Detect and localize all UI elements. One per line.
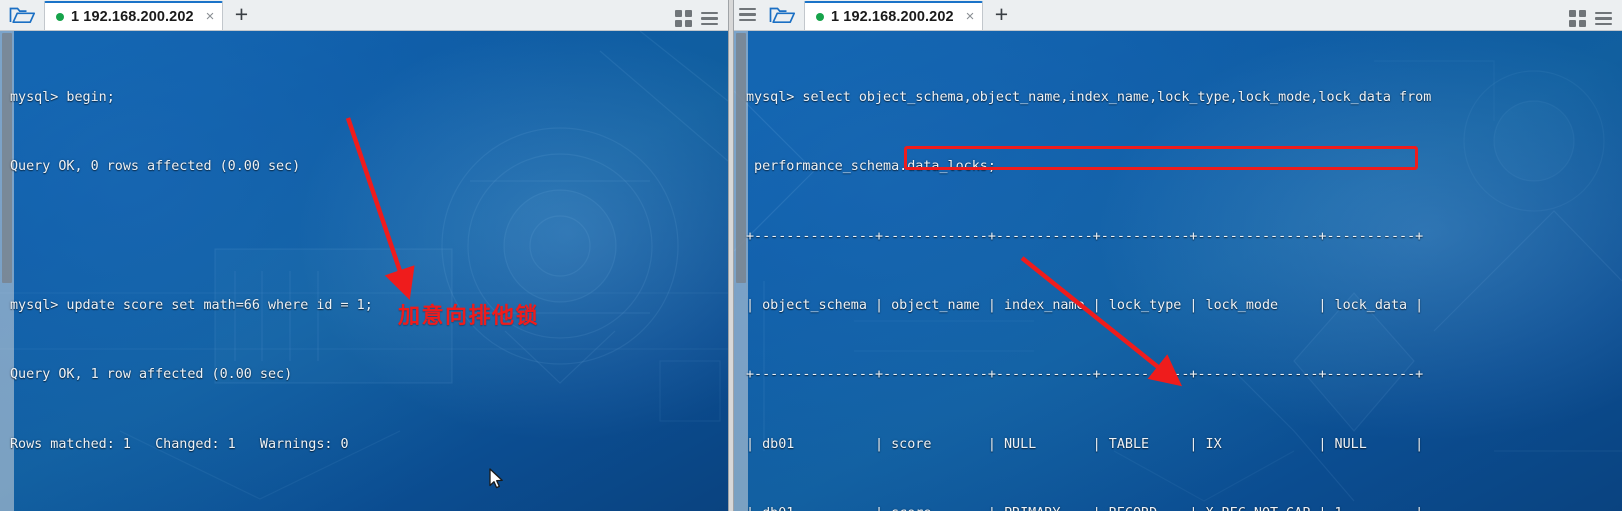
terminal-table-header: | object_schema | object_name | index_na… — [746, 298, 1424, 314]
menu-icon[interactable] — [701, 11, 718, 26]
close-icon[interactable]: × — [966, 9, 975, 24]
tab-192-168-200-202-left[interactable]: 1 192.168.200.202 × — [44, 1, 224, 30]
close-icon[interactable]: × — [206, 9, 215, 24]
terminal-table-row: | db01 | score | NULL | TABLE | IX | NUL… — [746, 436, 1424, 452]
tabbar-spacer — [259, 0, 675, 30]
terminal-body-left[interactable]: mysql> begin; Query OK, 0 rows affected … — [0, 31, 728, 511]
menu-icon[interactable] — [1595, 11, 1612, 26]
mouse-pointer — [489, 468, 505, 496]
terminal-line: mysql> update score set math=66 where id… — [10, 298, 373, 314]
terminal-body-right[interactable]: mysql> select object_schema,object_name,… — [734, 31, 1622, 511]
tabbar-left: 1 192.168.200.202 × + — [0, 0, 728, 31]
tabbar-right: 1 192.168.200.202 × + — [734, 0, 1622, 31]
folder-open-glyph — [9, 5, 35, 25]
folder-open-icon[interactable] — [0, 0, 44, 30]
terminal-window-left: 1 192.168.200.202 × + mysql> begin; Quer… — [0, 0, 728, 511]
terminal-window-right: 1 192.168.200.202 × + mysql> select obje… — [734, 0, 1622, 511]
tab-label: 1 192.168.200.202 — [831, 8, 954, 25]
terminal-line: Rows matched: 1 Changed: 1 Warnings: 0 — [10, 436, 349, 452]
grid-view-icon[interactable] — [1569, 10, 1586, 27]
terminal-output-right: mysql> select object_schema,object_name,… — [734, 31, 1622, 511]
menu-glyph — [738, 7, 756, 22]
terminal-line: mysql> select object_schema,object_name,… — [746, 90, 1432, 106]
terminal-table-row: | db01 | score | PRIMARY | RECORD | X,RE… — [746, 502, 1622, 511]
tab-192-168-200-202-right[interactable]: 1 192.168.200.202 × — [804, 1, 984, 30]
tabbar-tools-right — [1569, 10, 1622, 30]
tabbar-spacer — [1019, 0, 1569, 30]
tabbar-tools-left — [675, 10, 728, 30]
terminal-output-left: mysql> begin; Query OK, 0 rows affected … — [0, 31, 728, 511]
new-tab-button[interactable]: + — [983, 0, 1019, 30]
tab-status-dot-icon — [816, 12, 824, 21]
menu-icon[interactable] — [734, 0, 760, 30]
folder-open-glyph — [769, 5, 795, 25]
terminal-table-border: +---------------+-------------+---------… — [746, 228, 1424, 244]
terminal-line: Query OK, 0 rows affected (0.00 sec) — [10, 159, 301, 175]
terminal-line: mysql> begin; — [10, 90, 115, 106]
tab-label: 1 192.168.200.202 — [71, 8, 194, 25]
folder-open-icon[interactable] — [760, 0, 804, 30]
grid-view-icon[interactable] — [675, 10, 692, 27]
terminal-line: performance_schema.data_locks; — [746, 159, 996, 175]
app-root: 1 192.168.200.202 × + mysql> begin; Quer… — [0, 0, 1622, 511]
terminal-table-border: +---------------+-------------+---------… — [746, 367, 1424, 383]
new-tab-button[interactable]: + — [223, 0, 259, 30]
terminal-line: Query OK, 1 row affected (0.00 sec) — [10, 367, 293, 383]
tab-status-dot-icon — [56, 12, 64, 21]
